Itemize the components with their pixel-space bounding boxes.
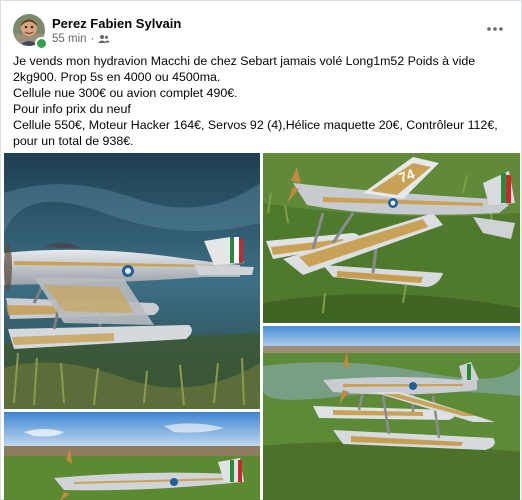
meta-separator: · <box>90 33 95 45</box>
post-text-line: Pour info prix du neuf <box>13 102 131 116</box>
friends-icon[interactable] <box>98 34 111 44</box>
photo-seaplane-grass-front[interactable]: 74 <box>263 153 520 323</box>
post-header: Perez Fabien Sylvain 55 min · <box>11 13 511 50</box>
more-options-icon <box>487 27 503 31</box>
post-text-line: Cellule 550€, Moteur Hacker 164€, Servos… <box>13 118 498 148</box>
online-status-dot <box>35 37 48 50</box>
facebook-post: Perez Fabien Sylvain 55 min · Je vends m <box>0 0 522 500</box>
more-options-button[interactable] <box>483 19 507 39</box>
post-text: Je vends mon hydravion Macchi de chez Se… <box>13 53 511 149</box>
post-meta: 55 min · <box>52 33 111 45</box>
photo-seaplane-water-closeup[interactable] <box>4 153 260 409</box>
photo-seaplane-grass-side[interactable] <box>263 326 520 500</box>
post-text-line: Cellule nue 300€ ou avion complet 490€. <box>13 86 238 100</box>
author-name[interactable]: Perez Fabien Sylvain <box>52 16 181 31</box>
post-time[interactable]: 55 min <box>52 33 87 45</box>
post-text-line: Je vends mon hydravion Macchi de chez Se… <box>13 54 476 84</box>
photo-grid: 74 <box>4 153 520 500</box>
photo-seaplane-grass-partial[interactable] <box>4 412 260 500</box>
